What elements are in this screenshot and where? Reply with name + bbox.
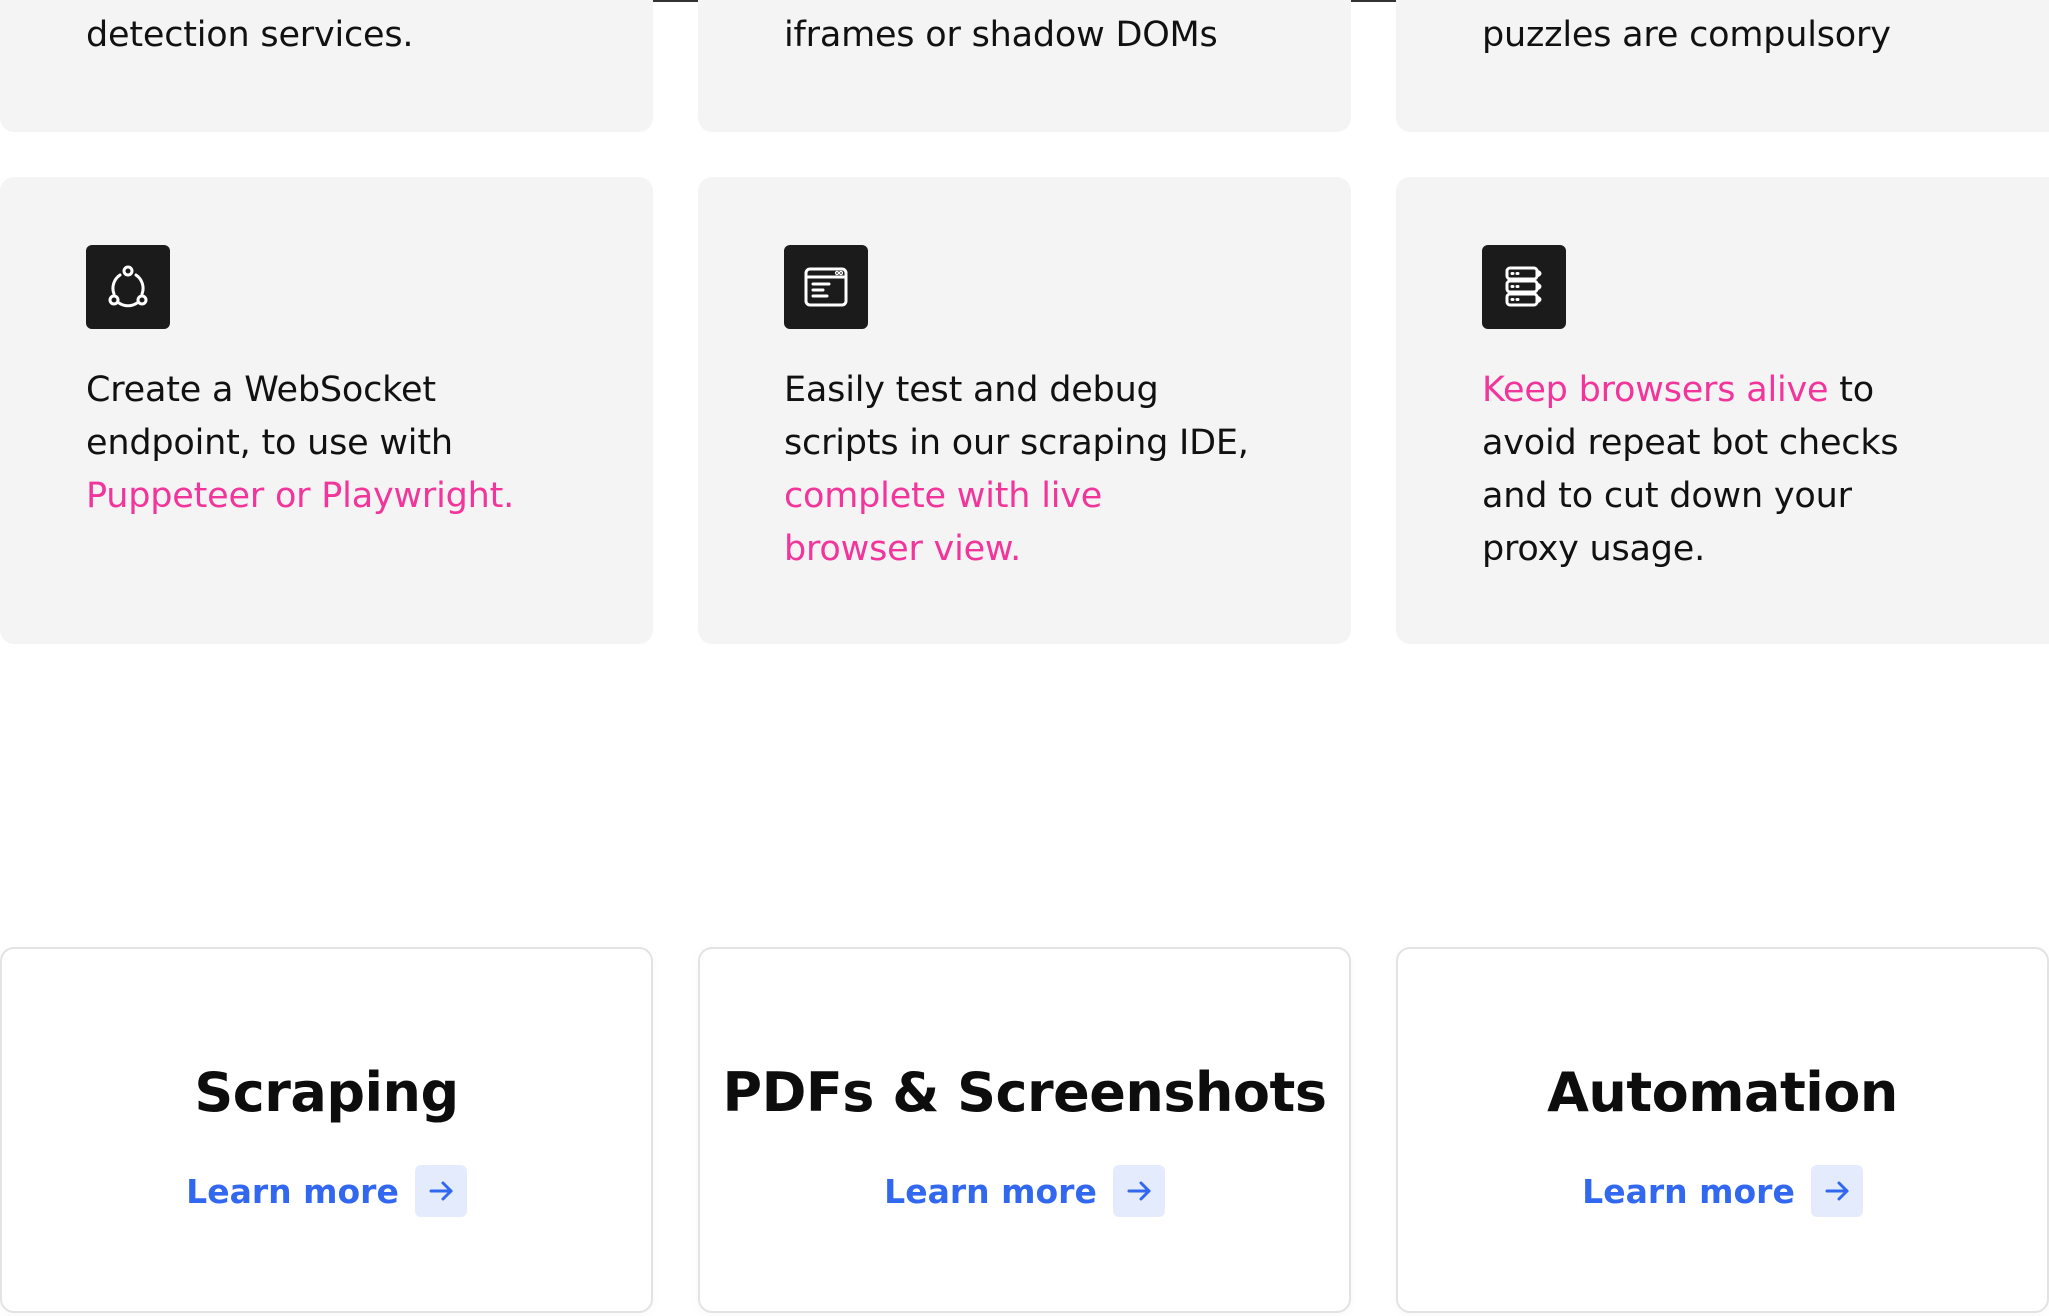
feature-card-top-text: detection services. xyxy=(86,15,414,55)
learn-more-row: Learn more xyxy=(1398,1165,2047,1217)
feature-line: Puppeteer or Playwright. xyxy=(86,470,514,523)
feature-card-websocket: Create a WebSocket endpoint, to use with… xyxy=(0,177,653,644)
feature-line: proxy usage. xyxy=(1482,523,1898,576)
feature-line: and to cut down your xyxy=(1482,470,1898,523)
feature-line: Keep browsers alive to xyxy=(1482,364,1898,417)
feature-text-segment: Create a WebSocket xyxy=(86,370,436,410)
link-card-pdfs-screenshots[interactable]: PDFs & Screenshots Learn more xyxy=(698,947,1351,1313)
link-card-title: Scraping xyxy=(194,1061,459,1124)
feature-card-keepalive: Keep browsers alive to avoid repeat bot … xyxy=(1396,177,2049,644)
feature-line: Create a WebSocket xyxy=(86,364,514,417)
feature-card-top-text: puzzles are compulsory xyxy=(1482,15,1891,55)
learn-more-link[interactable]: Learn more xyxy=(186,1172,399,1211)
learn-more-link[interactable]: Learn more xyxy=(1582,1172,1795,1211)
feature-line: avoid repeat bot checks xyxy=(1482,417,1899,470)
feature-card-top-3: puzzles are compulsory xyxy=(1396,0,2049,132)
feature-text-segment: Easily test and debug xyxy=(784,370,1159,410)
link-card-scraping[interactable]: Scraping Learn more xyxy=(0,947,653,1313)
feature-text-segment: to xyxy=(1828,370,1875,410)
feature-text-segment: avoid repeat bot checks xyxy=(1482,423,1899,463)
arrow-right-icon[interactable] xyxy=(1112,1165,1165,1217)
page: detection services. iframes or shadow DO… xyxy=(0,0,2049,1316)
feature-link-keep-alive[interactable]: Keep browsers alive xyxy=(1482,370,1829,410)
feature-text-segment: proxy usage. xyxy=(1482,529,1706,569)
feature-line: scripts in our scraping IDE, xyxy=(784,417,1249,470)
server-stack-icon xyxy=(1482,245,1566,329)
feature-line: endpoint, to use with xyxy=(86,417,514,470)
feature-text: Create a WebSocket endpoint, to use with… xyxy=(86,364,514,523)
feature-line: browser view. xyxy=(784,523,1249,576)
learn-more-link[interactable]: Learn more xyxy=(884,1172,1097,1211)
feature-text-segment: and to cut down your xyxy=(1482,476,1852,516)
learn-more-row: Learn more xyxy=(2,1165,651,1217)
link-card-title: Automation xyxy=(1547,1061,1898,1124)
feature-card-top-2: iframes or shadow DOMs xyxy=(698,0,1351,132)
feature-card-top-text: iframes or shadow DOMs xyxy=(784,15,1218,55)
feature-line: Easily test and debug xyxy=(784,364,1249,417)
arrow-right-icon[interactable] xyxy=(1810,1165,1863,1217)
feature-text: Easily test and debug scripts in our scr… xyxy=(784,364,1249,576)
ide-window-icon xyxy=(784,245,868,329)
feature-link-live-browser[interactable]: complete with live xyxy=(784,476,1102,516)
learn-more-row: Learn more xyxy=(700,1165,1349,1217)
link-card-title: PDFs & Screenshots xyxy=(722,1061,1327,1124)
websocket-icon xyxy=(86,245,170,329)
feature-line: complete with live xyxy=(784,470,1249,523)
arrow-right-icon[interactable] xyxy=(414,1165,467,1217)
feature-text-segment: scripts in our scraping IDE, xyxy=(784,423,1249,463)
feature-text: Keep browsers alive to avoid repeat bot … xyxy=(1482,364,1899,576)
feature-link-puppeteer-playwright[interactable]: Puppeteer or Playwright. xyxy=(86,476,514,516)
feature-card-top-1: detection services. xyxy=(0,0,653,132)
feature-text-segment: endpoint, to use with xyxy=(86,423,453,463)
feature-link-live-browser[interactable]: browser view. xyxy=(784,529,1021,569)
feature-card-ide: Easily test and debug scripts in our scr… xyxy=(698,177,1351,644)
link-card-automation[interactable]: Automation Learn more xyxy=(1396,947,2049,1313)
